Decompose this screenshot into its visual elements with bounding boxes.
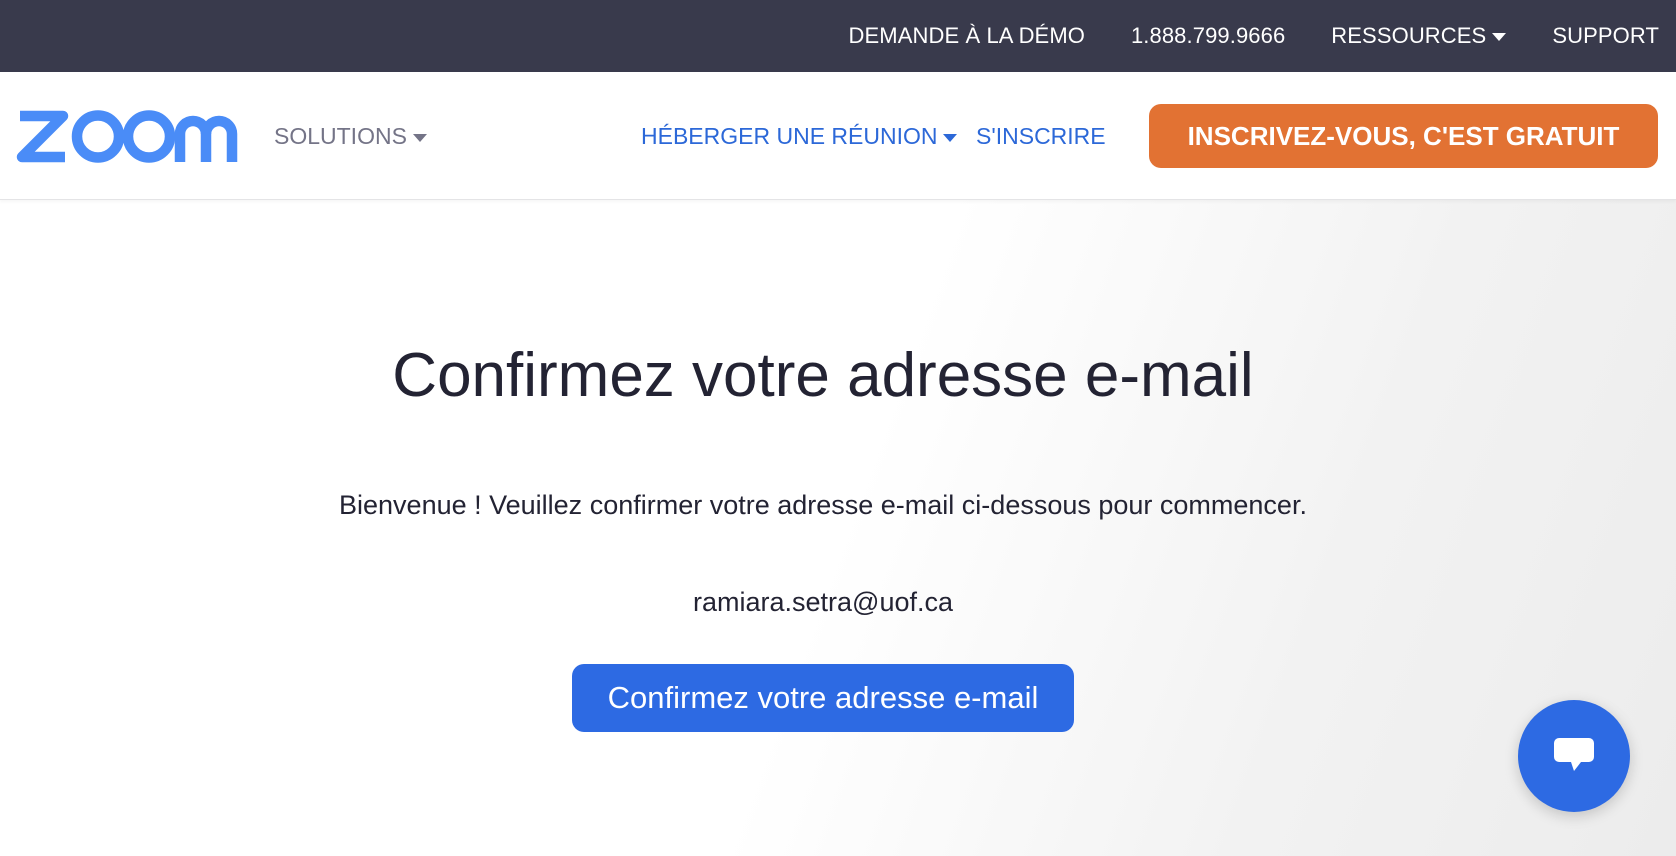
solutions-menu[interactable]: SOLUTIONS (274, 72, 427, 200)
top-utility-bar: DEMANDE À LA DÉMO 1.888.799.9666 RESSOUR… (0, 0, 1676, 72)
welcome-message: Bienvenue ! Veuillez confirmer votre adr… (339, 490, 1307, 520)
chevron-down-icon (1492, 33, 1507, 41)
page-title: Confirmez votre adresse e-mail (392, 341, 1254, 410)
confirm-email-button[interactable]: Confirmez votre adresse e-mail (572, 664, 1074, 732)
host-meeting-menu[interactable]: HÉBERGER UNE RÉUNION (641, 72, 958, 200)
support-label: SUPPORT (1552, 23, 1659, 48)
resources-label: RESSOURCES (1331, 23, 1487, 48)
chevron-down-icon (412, 133, 427, 142)
sign-in-label: S'INSCRIRE (976, 122, 1106, 149)
sign-up-free-button[interactable]: INSCRIVEZ-VOUS, C'EST GRATUIT (1149, 104, 1658, 168)
solutions-label: SOLUTIONS (274, 122, 407, 149)
chat-button[interactable] (1518, 700, 1630, 812)
sign-in-link[interactable]: S'INSCRIRE (976, 72, 1106, 200)
request-demo-label: DEMANDE À LA DÉMO (848, 23, 1085, 48)
host-meeting-label: HÉBERGER UNE RÉUNION (641, 122, 938, 149)
email-address: ramiara.setra@uof.ca (692, 587, 953, 617)
support-link[interactable]: SUPPORT (1552, 23, 1659, 49)
request-demo-link[interactable]: DEMANDE À LA DÉMO (849, 23, 1085, 49)
chevron-down-icon (943, 133, 958, 142)
sign-up-free-label: INSCRIVEZ-VOUS, C'EST GRATUIT (1187, 120, 1620, 151)
resources-menu[interactable]: RESSOURCES (1331, 23, 1507, 49)
phone-number-link[interactable]: 1.888.799.9666 (1131, 23, 1285, 49)
zoom-logo-icon (16, 110, 238, 163)
confirm-email-label: Confirmez votre adresse e-mail (607, 680, 1039, 715)
zoom-logo[interactable] (16, 102, 238, 168)
phone-number-label: 1.888.799.9666 (1130, 23, 1286, 48)
chat-bubble-icon (1554, 738, 1594, 771)
